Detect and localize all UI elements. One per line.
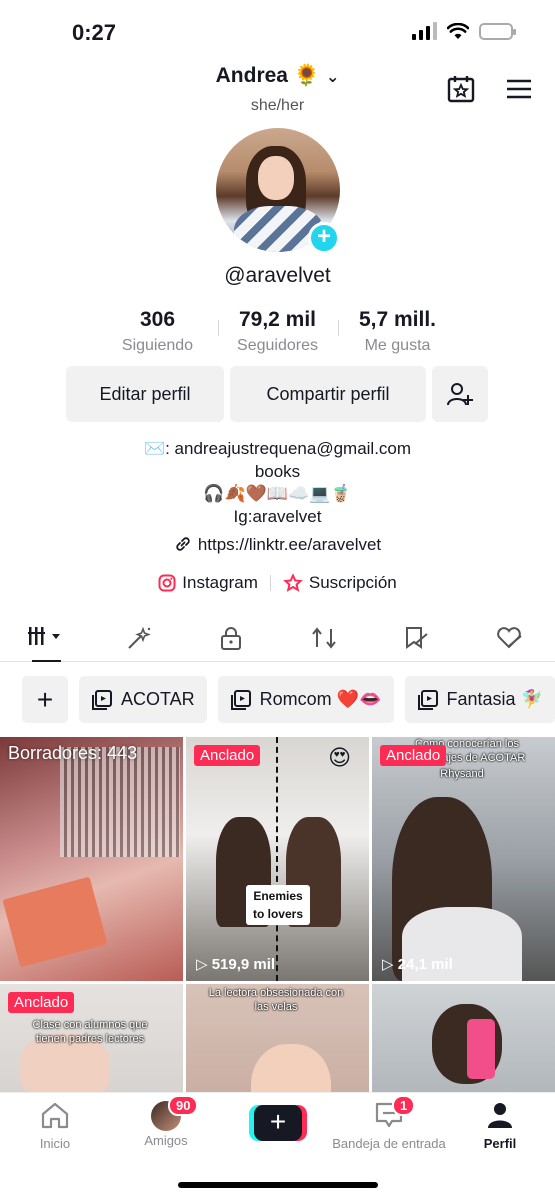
playlists-row: + ACOTAR Romcom ❤️👄 Fantasia 🧚‍♀️ <box>22 676 555 723</box>
tab-private[interactable] <box>185 618 278 661</box>
tab-liked[interactable] <box>463 618 555 661</box>
view-count: 519,9 mil <box>196 955 275 973</box>
repost-icon <box>311 627 336 649</box>
magic-wand-icon <box>128 626 151 649</box>
add-friend-button[interactable] <box>432 366 488 422</box>
status-icons <box>412 22 516 40</box>
instagram-icon <box>158 574 176 592</box>
video-caption: Clase con alumnos que tienen padres lect… <box>32 1019 148 1045</box>
menu-icon[interactable] <box>504 74 534 104</box>
nav-home[interactable]: Inicio <box>0 1101 115 1151</box>
video-caption: Enemies to lovers <box>246 885 310 925</box>
battery-icon <box>479 22 516 40</box>
plus-icon: + <box>254 1105 302 1141</box>
playlist-chip[interactable]: Fantasia 🧚‍♀️ <box>404 676 555 723</box>
edit-profile-button[interactable]: Editar perfil <box>66 366 224 422</box>
profile-actions: Editar perfil Compartir perfil <box>66 366 488 422</box>
instagram-link[interactable]: Instagram <box>158 573 258 593</box>
add-person-icon <box>447 383 473 406</box>
tab-magic[interactable] <box>93 618 186 661</box>
tab-saved[interactable] <box>370 618 463 661</box>
wifi-icon <box>447 22 469 39</box>
signal-icon <box>412 22 437 40</box>
profile-stats: 306 Siguiendo 79,2 mil Seguidores 5,7 mill… <box>0 308 555 355</box>
bio-line-books: books <box>254 461 301 481</box>
playlist-chip[interactable]: Romcom ❤️👄 <box>217 676 394 723</box>
bookmark-hidden-icon <box>406 627 428 649</box>
status-time: 0:27 <box>72 20 117 45</box>
heart-hidden-icon <box>496 627 522 649</box>
status-bar: 0:27 <box>0 0 555 60</box>
video-thumbnail-drafts[interactable]: Borradores: 443 <box>0 737 183 981</box>
bio-link[interactable]: https://linktr.ee/aravelvet <box>0 535 555 555</box>
inbox-badge: 1 <box>392 1095 416 1116</box>
video-caption: La lectora obsesionada con las velas <box>208 987 344 1013</box>
subscription-link[interactable]: Suscripción <box>282 573 397 593</box>
add-avatar-plus-icon[interactable]: + <box>308 222 340 254</box>
video-thumbnail[interactable]: Anclado 😍 Enemies to lovers 519,9 mil <box>186 737 369 981</box>
playlist-icon <box>230 689 251 710</box>
social-links: Instagram Suscripción <box>0 573 555 593</box>
video-thumbnail[interactable]: Como conocerían los personajes de ACOTAR… <box>372 737 555 981</box>
content-tabs <box>0 618 555 662</box>
stat-followers[interactable]: 79,2 mil Seguidores <box>217 308 338 355</box>
bio-line-emojis: 🎧🍂🤎📖☁️💻🧋 <box>203 484 352 503</box>
playlist-icon <box>92 689 112 710</box>
chevron-down-icon: ⌄ <box>325 69 340 86</box>
link-icon <box>176 537 190 551</box>
calendar-star-icon[interactable] <box>446 74 476 104</box>
pinned-badge: Anclado <box>194 745 261 766</box>
share-profile-button[interactable]: Compartir perfil <box>230 366 426 422</box>
display-name: Andrea 🌻 <box>215 64 320 87</box>
add-playlist-button[interactable]: + <box>22 676 68 723</box>
profile-icon <box>488 1103 512 1128</box>
grid-icon <box>28 627 61 645</box>
create-button[interactable]: + <box>249 1105 307 1141</box>
nav-profile[interactable]: Perfil <box>440 1101 555 1151</box>
video-caption-2: Rhysand <box>440 768 484 780</box>
heart-eyes-emoji: 😍 <box>328 745 351 770</box>
friends-badge: 90 <box>168 1095 199 1116</box>
stat-likes[interactable]: 5,7 mill. Me gusta <box>337 308 458 355</box>
drafts-label: Borradores: 443 <box>8 743 138 763</box>
bio-line-email: ✉️: andreajustrequena@gmail.com <box>143 439 412 458</box>
nav-friends[interactable]: Amigos 90 <box>106 1095 226 1148</box>
view-count: 24,1 mil <box>382 955 453 973</box>
bio: ✉️: andreajustrequena@gmail.com books 🎧🍂… <box>0 438 555 528</box>
playlist-icon <box>417 689 438 710</box>
bio-line-ig: Ig:aravelvet <box>233 506 322 526</box>
subscription-star-icon <box>282 573 303 592</box>
lock-icon <box>221 627 242 650</box>
pinned-badge: Anclado <box>8 992 75 1013</box>
pinned-badge: Anclado <box>380 745 447 766</box>
nav-inbox[interactable]: Bandeja de entrada 1 <box>324 1095 454 1151</box>
playlist-chip[interactable]: ACOTAR <box>79 676 207 723</box>
stat-following[interactable]: 306 Siguiendo <box>98 308 218 355</box>
username: @aravelvet <box>224 264 331 287</box>
home-indicator <box>178 1182 378 1188</box>
tab-videos[interactable] <box>0 618 93 662</box>
home-icon <box>41 1102 69 1129</box>
tab-reposts[interactable] <box>278 618 371 661</box>
